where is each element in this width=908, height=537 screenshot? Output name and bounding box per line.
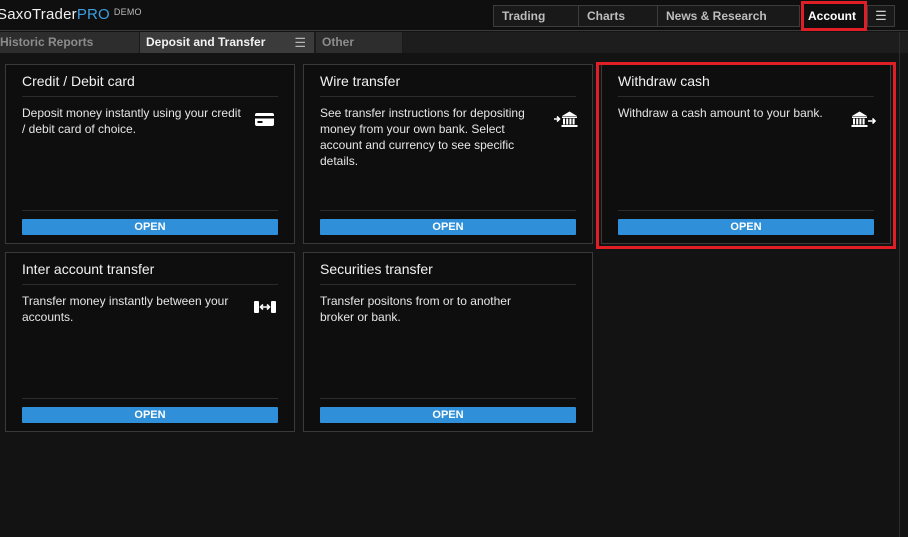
card-description: See transfer instructions for depositing… [320,106,525,168]
tab-deposit-and-transfer[interactable]: Deposit and Transfer ☰ [140,32,315,53]
tab-menu-icon[interactable]: ☰ [294,32,306,53]
card-securities-transfer: Securities transfer Transfer positons fr… [303,252,593,432]
top-bar: SaxoTraderPRO DEMO Trading Charts News & … [0,0,908,31]
card-description: Withdraw a cash amount to your bank. [618,106,823,120]
nav-trading[interactable]: Trading [493,5,579,27]
card-wire-transfer: Wire transfer See transfer instructions … [303,64,593,244]
tab-other[interactable]: Other [316,32,403,53]
main-menu-button[interactable]: ☰ [867,5,895,27]
divider [320,398,576,399]
card-title: Securities transfer [320,261,433,277]
hamburger-icon: ☰ [875,8,887,23]
divider [22,210,278,211]
card-description: Transfer positons from or to another bro… [320,294,511,324]
nav-account[interactable]: Account [801,5,865,27]
divider [22,398,278,399]
open-credit-card-button[interactable]: OPEN [22,219,278,235]
tab-label: Other [322,35,355,49]
nav-news-research[interactable]: News & Research [657,5,800,27]
divider [618,210,874,211]
card-title: Credit / Debit card [22,73,135,89]
card-description: Deposit money instantly using your credi… [22,106,241,136]
inter-account-transfer-icon [253,297,277,317]
open-wire-transfer-button[interactable]: OPEN [320,219,576,235]
credit-card-icon [253,109,277,129]
open-securities-transfer-button[interactable]: OPEN [320,407,576,423]
brand-edition: PRO [76,6,110,23]
open-inter-account-transfer-button[interactable]: OPEN [22,407,278,423]
open-withdraw-cash-button[interactable]: OPEN [618,219,874,235]
card-withdraw-cash: Withdraw cash Withdraw a cash amount to … [601,64,891,244]
divider [320,96,576,97]
divider [320,210,576,211]
tab-label: Historic Reports [0,35,94,49]
brand-mode-badge: DEMO [113,7,142,17]
bank-deposit-icon [553,109,578,129]
tab-historic-reports[interactable]: Historic Reports [0,32,140,53]
card-inter-account-transfer: Inter account transfer Transfer money in… [5,252,295,432]
divider [22,284,278,285]
card-title: Withdraw cash [618,73,710,89]
divider [22,96,278,97]
scrollbar-track[interactable] [899,32,908,537]
divider [618,96,874,97]
sub-tab-bar: Historic Reports Deposit and Transfer ☰ … [0,32,908,53]
divider [320,284,576,285]
card-title: Inter account transfer [22,261,155,277]
card-description: Transfer money instantly between your ac… [22,294,229,324]
card-title: Wire transfer [320,73,401,89]
bank-withdraw-icon [851,109,877,129]
brand-name: SaxoTrader [0,6,77,23]
nav-charts[interactable]: Charts [578,5,658,27]
brand-logo: SaxoTraderPRO DEMO [0,6,142,23]
card-credit-debit: Credit / Debit card Deposit money instan… [5,64,295,244]
tab-label: Deposit and Transfer [146,35,266,49]
